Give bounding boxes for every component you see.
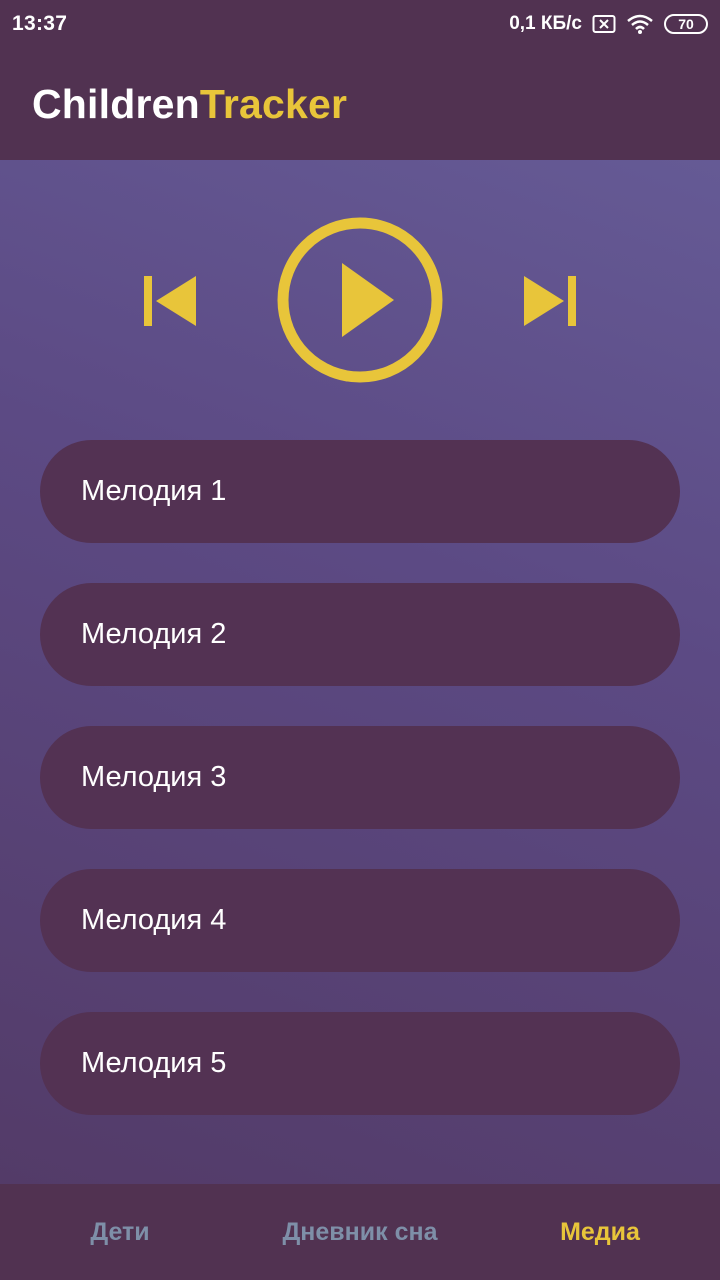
nav-tab-children[interactable]: Дети [60,1184,180,1280]
play-button[interactable] [276,216,444,384]
no-sim-icon [592,14,616,34]
play-circle-icon [277,217,443,383]
track-label: Мелодия 2 [81,618,227,650]
previous-track-button[interactable] [134,271,206,331]
track-list: Мелодия 1 Мелодия 2 Мелодия 3 Мелодия 4 … [40,440,680,1155]
track-label: Мелодия 1 [81,475,227,507]
network-speed: 0,1 КБ/с [509,13,582,34]
battery-indicator: 70 [664,14,708,34]
nav-tab-label: Дневник сна [282,1217,438,1246]
app-title: ChildrenTracker [32,81,347,128]
player-controls [0,216,720,386]
nav-tab-label: Медиа [560,1217,640,1246]
media-content: Мелодия 1 Мелодия 2 Мелодия 3 Мелодия 4 … [0,160,720,1184]
next-track-button[interactable] [514,271,586,331]
app-title-part2: Tracker [199,80,348,127]
status-time: 13:37 [12,12,68,35]
track-item-5[interactable]: Мелодия 5 [40,1012,680,1115]
track-item-4[interactable]: Мелодия 4 [40,869,680,972]
wifi-icon [626,13,654,35]
track-item-2[interactable]: Мелодия 2 [40,583,680,686]
skip-next-icon [524,276,576,326]
track-item-1[interactable]: Мелодия 1 [40,440,680,543]
bottom-navigation: Дети Дневник сна Медиа [0,1184,720,1280]
track-label: Мелодия 4 [81,904,227,936]
app-bar: ChildrenTracker [0,48,720,160]
nav-tab-sleep-diary[interactable]: Дневник сна [260,1184,460,1280]
track-item-3[interactable]: Мелодия 3 [40,726,680,829]
status-indicators: 0,1 КБ/с 70 [509,13,708,35]
nav-tab-label: Дети [90,1217,150,1246]
app-title-part1: Children [32,80,200,127]
track-label: Мелодия 3 [81,761,227,793]
nav-tab-media[interactable]: Медиа [540,1184,660,1280]
skip-previous-icon [144,276,196,326]
track-label: Мелодия 5 [81,1047,227,1079]
status-bar: 13:37 0,1 КБ/с 70 [0,0,720,48]
battery-level: 70 [678,16,694,32]
